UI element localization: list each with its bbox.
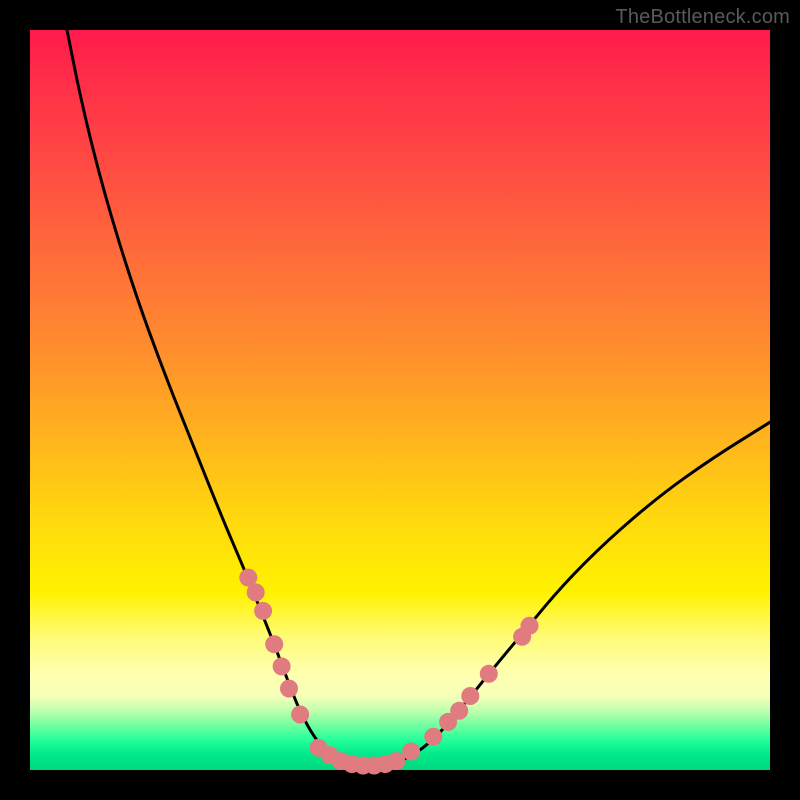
data-marker: [461, 687, 479, 705]
data-marker: [254, 602, 272, 620]
data-marker: [273, 657, 291, 675]
data-marker: [450, 702, 468, 720]
data-marker: [265, 635, 283, 653]
watermark-text: TheBottleneck.com: [615, 6, 790, 29]
data-marker: [424, 728, 442, 746]
data-marker: [521, 617, 539, 635]
data-marker: [291, 706, 309, 724]
plot-area: [30, 30, 770, 770]
marker-group: [239, 569, 538, 775]
bottleneck-curve: [67, 30, 770, 766]
data-marker: [387, 752, 405, 770]
data-marker: [402, 743, 420, 761]
data-marker: [280, 680, 298, 698]
chart-frame: TheBottleneck.com: [0, 0, 800, 800]
data-marker: [247, 583, 265, 601]
curve-svg: [30, 30, 770, 770]
data-marker: [480, 665, 498, 683]
